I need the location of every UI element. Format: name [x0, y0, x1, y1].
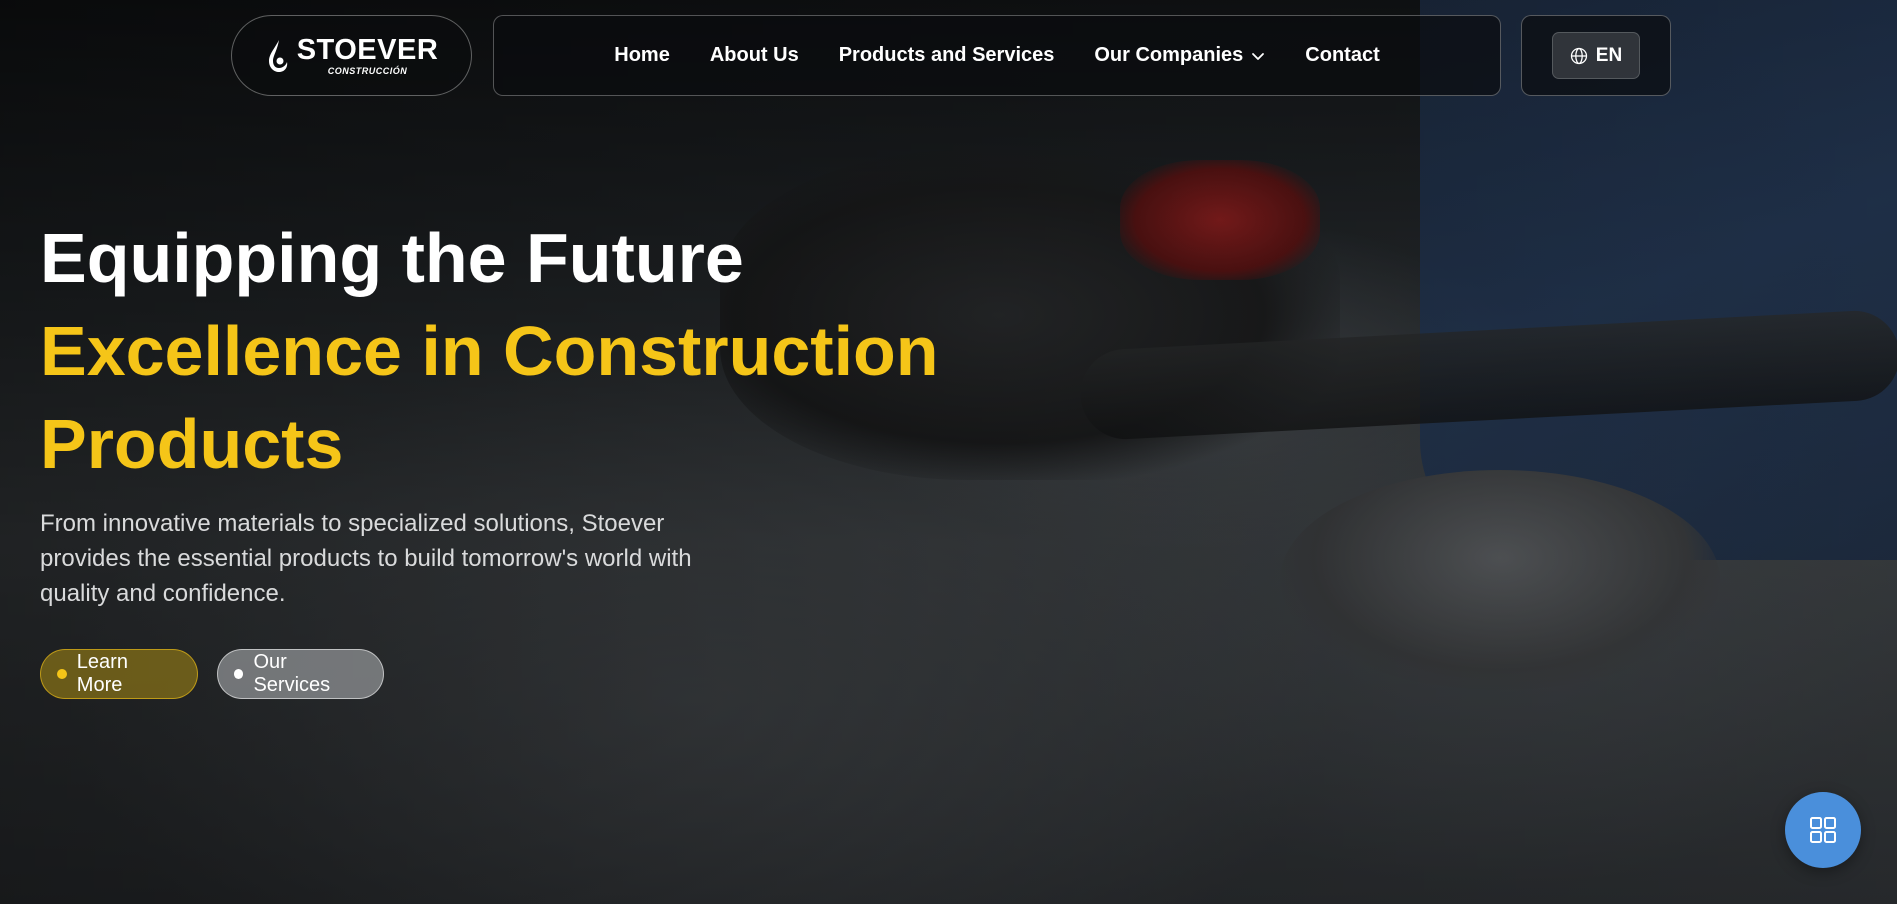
language-label: EN: [1595, 44, 1623, 66]
hero-heading: Equipping the Future Excellence in Const…: [40, 212, 939, 491]
nav-item-about-us[interactable]: About Us: [710, 44, 799, 67]
language-button[interactable]: EN: [1552, 32, 1640, 79]
nav-item-products-and-services[interactable]: Products and Services: [839, 44, 1055, 67]
hero-title-line-1: Equipping the Future: [40, 219, 744, 297]
nav-item-our-companies[interactable]: Our Companies: [1094, 44, 1265, 67]
learn-more-label: Learn More: [76, 651, 128, 696]
hero-description: From innovative materials to specialized…: [40, 510, 692, 607]
nav-item-home[interactable]: Home: [614, 44, 670, 67]
our-services-label: Our Services: [253, 651, 331, 696]
learn-more-button[interactable]: Learn More: [40, 649, 198, 699]
brand-logo[interactable]: STOEVER CONSTRUCCIÓN: [231, 15, 472, 96]
nav-item-contact[interactable]: Contact: [1305, 44, 1379, 67]
main-navigation: Home About Us Products and Services Our …: [493, 15, 1501, 96]
floating-menu-button[interactable]: [1785, 792, 1861, 868]
brand-subtitle: CONSTRUCCIÓN: [327, 65, 408, 76]
language-switcher-container: EN: [1521, 15, 1671, 96]
chevron-down-icon: [1252, 52, 1265, 60]
nav-item-our-companies-label: Our Companies: [1094, 44, 1244, 66]
bullet-dot-icon: [57, 669, 67, 679]
hero-title-line-3: Products: [40, 405, 344, 483]
our-services-button[interactable]: Our Services: [217, 649, 384, 699]
brand-name: STOEVER: [296, 33, 439, 66]
globe-icon: [1570, 47, 1587, 64]
hero-title-line-2: Excellence in Construction: [40, 312, 939, 390]
grid-icon: [1810, 817, 1836, 843]
drop-logo-icon: [268, 39, 287, 72]
bullet-dot-icon: [234, 669, 244, 679]
